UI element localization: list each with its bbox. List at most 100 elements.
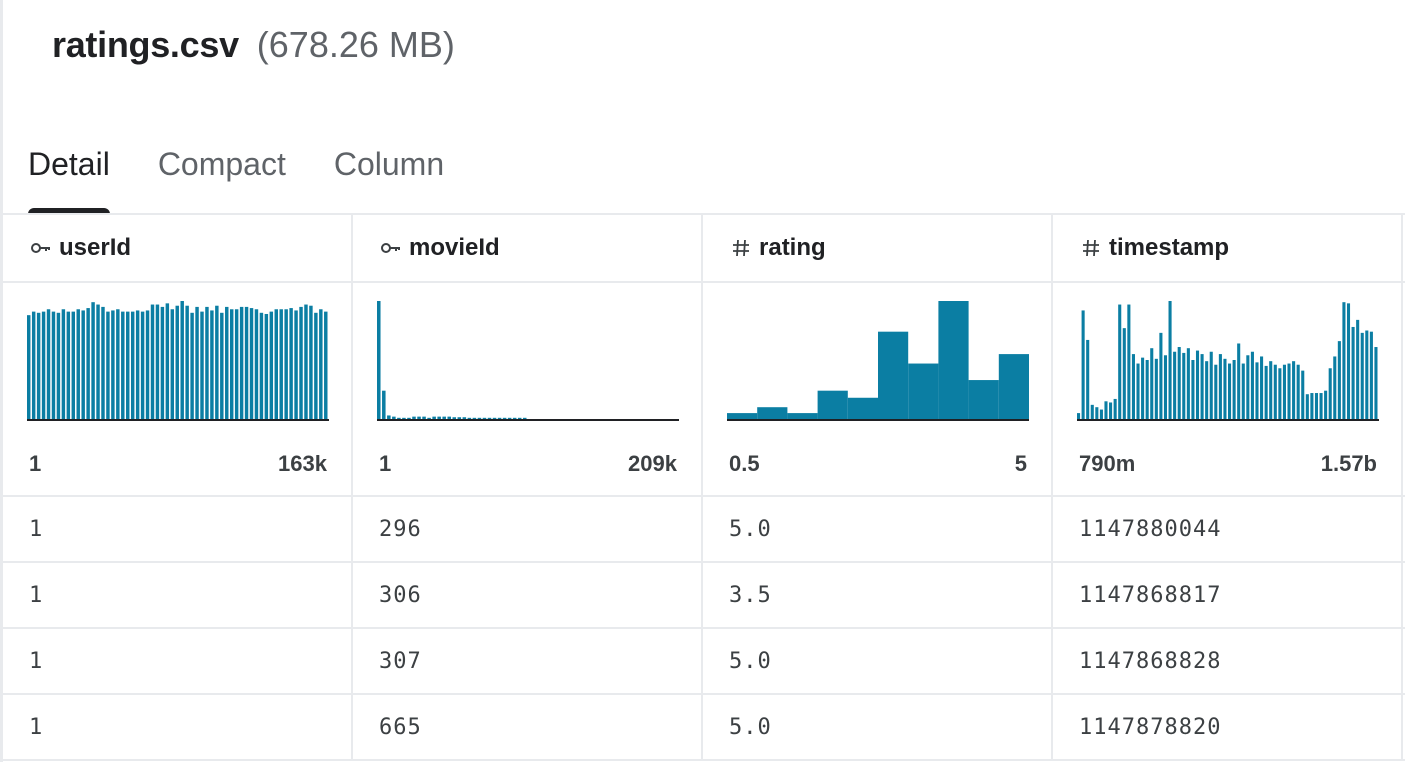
histogram-bar[interactable] xyxy=(1077,413,1081,419)
histogram-bar[interactable] xyxy=(1374,347,1378,419)
table-cell[interactable]: 1 xyxy=(3,497,353,561)
histogram-bar[interactable] xyxy=(998,354,1029,419)
histogram-bar[interactable] xyxy=(392,416,396,419)
histogram-bar[interactable] xyxy=(81,310,85,419)
histogram-bar[interactable] xyxy=(31,311,36,419)
histogram-bar[interactable] xyxy=(1086,339,1090,419)
histogram-bar[interactable] xyxy=(1195,350,1200,419)
histogram-bar[interactable] xyxy=(1278,368,1282,419)
histogram-bar[interactable] xyxy=(200,311,204,419)
histogram-bar[interactable] xyxy=(195,306,199,419)
histogram-bar[interactable] xyxy=(91,302,95,419)
histogram-bar[interactable] xyxy=(61,309,66,419)
histogram-bar[interactable] xyxy=(1159,332,1163,419)
histogram-bar[interactable] xyxy=(487,417,492,419)
histogram-bar[interactable] xyxy=(126,311,130,419)
table-cell[interactable]: 1147880044 xyxy=(1053,497,1403,561)
histogram-bar[interactable] xyxy=(1319,393,1323,419)
histogram-bar[interactable] xyxy=(1228,363,1232,419)
histogram-bar[interactable] xyxy=(1356,319,1360,419)
table-cell[interactable]: 296 xyxy=(353,497,703,561)
histogram-bar[interactable] xyxy=(1081,310,1085,419)
histogram-bar[interactable] xyxy=(727,413,758,419)
histogram-bar[interactable] xyxy=(878,331,909,419)
histogram-bar[interactable] xyxy=(492,417,497,419)
histogram-bar[interactable] xyxy=(1113,398,1117,419)
table-row[interactable]: 1 307 5.0 1147868828 xyxy=(3,629,1405,695)
histogram-bar[interactable] xyxy=(387,415,391,419)
histogram-bar[interactable] xyxy=(1191,360,1195,419)
histogram-bar[interactable] xyxy=(299,306,303,419)
histogram-bar[interactable] xyxy=(1237,343,1241,419)
histogram-bar[interactable] xyxy=(36,312,41,419)
histogram-bar[interactable] xyxy=(1141,357,1145,419)
histogram-bar[interactable] xyxy=(1269,361,1273,419)
table-cell[interactable]: 1147868817 xyxy=(1053,563,1403,627)
histogram-bar[interactable] xyxy=(817,390,848,419)
table-row[interactable]: 1 306 3.5 1147868817 xyxy=(3,563,1405,629)
histogram-bar[interactable] xyxy=(1090,404,1094,419)
histogram-bar[interactable] xyxy=(101,306,105,419)
tab-compact[interactable]: Compact xyxy=(158,140,286,214)
histogram-bar[interactable] xyxy=(239,306,244,419)
histogram-bar[interactable] xyxy=(1342,302,1346,419)
histogram-bar[interactable] xyxy=(170,309,175,419)
histogram-bar[interactable] xyxy=(452,417,457,419)
histogram-bar[interactable] xyxy=(175,305,179,419)
histogram-bar[interactable] xyxy=(279,309,283,419)
histogram-bar[interactable] xyxy=(1182,352,1186,419)
histogram-bar[interactable] xyxy=(1273,364,1277,419)
histogram-bar[interactable] xyxy=(1122,328,1126,419)
histogram-bar[interactable] xyxy=(229,309,234,419)
histogram-bar[interactable] xyxy=(1282,364,1286,419)
histogram-bar[interactable] xyxy=(1310,393,1314,419)
histogram-bar[interactable] xyxy=(482,417,487,419)
column-header-movieid[interactable]: movieId xyxy=(353,215,703,281)
histogram-bar[interactable] xyxy=(289,308,293,419)
histogram-bar[interactable] xyxy=(757,407,788,419)
table-cell[interactable]: 1147878820 xyxy=(1053,695,1403,759)
histogram-bar[interactable] xyxy=(847,397,878,419)
histogram-bar[interactable] xyxy=(66,311,71,419)
histogram-bar[interactable] xyxy=(1173,351,1177,419)
histogram-bar[interactable] xyxy=(264,313,269,419)
histogram-bar[interactable] xyxy=(1287,363,1291,419)
histogram-bar[interactable] xyxy=(1168,301,1172,419)
histogram-bar[interactable] xyxy=(1200,354,1204,419)
histogram-bar[interactable] xyxy=(234,309,239,419)
histogram-bar[interactable] xyxy=(259,312,264,419)
histogram-bar[interactable] xyxy=(111,310,115,419)
histogram-bar[interactable] xyxy=(397,417,401,419)
histogram-bar[interactable] xyxy=(462,417,467,419)
histogram-bar[interactable] xyxy=(1346,303,1351,419)
histogram-bar[interactable] xyxy=(517,417,522,419)
histogram-bar[interactable] xyxy=(1209,351,1213,419)
histogram-bar[interactable] xyxy=(1264,365,1268,419)
histogram-bar[interactable] xyxy=(1154,358,1158,419)
histogram-bar[interactable] xyxy=(210,310,214,419)
histogram-bar[interactable] xyxy=(477,417,482,419)
histogram-bar[interactable] xyxy=(1163,355,1168,419)
histogram-bar[interactable] xyxy=(512,417,517,419)
histogram-bar[interactable] xyxy=(382,390,386,419)
histogram-bar[interactable] xyxy=(502,417,507,419)
histogram-bar[interactable] xyxy=(220,312,224,419)
table-cell[interactable]: 1 xyxy=(3,629,353,693)
histogram-bar[interactable] xyxy=(507,417,512,419)
histogram-bar[interactable] xyxy=(442,416,446,419)
table-cell[interactable]: 1147868828 xyxy=(1053,629,1403,693)
histogram-bar[interactable] xyxy=(1145,360,1149,419)
histogram-bar[interactable] xyxy=(319,309,323,419)
histogram-bar[interactable] xyxy=(51,311,56,419)
histogram-bar[interactable] xyxy=(1301,370,1305,419)
tab-detail[interactable]: Detail xyxy=(28,140,110,214)
histogram-bar[interactable] xyxy=(447,416,451,419)
histogram-bar[interactable] xyxy=(165,303,170,419)
histogram-bar[interactable] xyxy=(1104,401,1108,419)
histogram-bar[interactable] xyxy=(160,306,165,419)
histogram-bar[interactable] xyxy=(269,311,274,419)
histogram-bar[interactable] xyxy=(96,304,100,419)
table-cell[interactable]: 1 xyxy=(3,695,353,759)
histogram-bar[interactable] xyxy=(140,311,145,419)
histogram-bar[interactable] xyxy=(1131,354,1135,419)
